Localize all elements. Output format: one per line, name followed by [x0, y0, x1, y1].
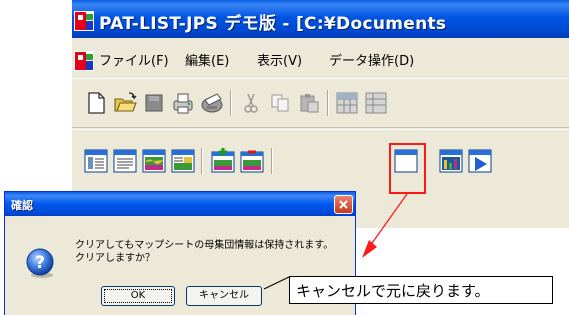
close-icon — [339, 200, 348, 209]
list-view-icon[interactable] — [83, 148, 109, 174]
toolbar-separator — [327, 90, 329, 116]
dialog-title-bar[interactable]: 確認 — [5, 192, 355, 216]
save-icon[interactable] — [141, 90, 167, 116]
menu-bar: ファイル(F) 編集(E) 表示(V) データ操作(D) — [72, 38, 569, 76]
window-title: PAT-LIST-JPS デモ版 - [C:¥Documents — [99, 14, 447, 34]
toolbar-separator — [271, 148, 273, 174]
text-view-icon[interactable] — [112, 148, 138, 174]
title-bar[interactable]: PAT-LIST-JPS デモ版 - [C:¥Documents — [72, 0, 569, 38]
grid-2-icon[interactable] — [363, 90, 389, 116]
menu-view[interactable]: 表示(V) — [257, 50, 302, 69]
menu-file[interactable]: ファイル(F) — [99, 50, 169, 69]
toolbar-separator — [230, 90, 232, 116]
callout-text: キャンセルで元に戻ります。 — [296, 282, 490, 300]
app-logo-icon — [74, 11, 94, 31]
menu-data-operations[interactable]: データ操作(D) — [329, 50, 414, 69]
cut-icon[interactable] — [238, 90, 264, 116]
print-icon[interactable] — [170, 90, 196, 116]
new-file-icon[interactable] — [83, 90, 109, 116]
copy-icon[interactable] — [267, 90, 293, 116]
print-setup-icon[interactable] — [199, 90, 225, 116]
ok-button[interactable]: OK — [101, 286, 175, 306]
toolbar-separator — [201, 148, 203, 174]
menu-edit[interactable]: 編集(E) — [185, 50, 229, 69]
open-folder-icon[interactable] — [112, 90, 138, 116]
arrow-head — [362, 240, 377, 258]
document-icon[interactable] — [74, 51, 94, 71]
highlight-box — [389, 143, 426, 194]
close-button[interactable] — [334, 195, 353, 214]
paste-icon[interactable] — [296, 90, 322, 116]
question-icon: ? — [26, 248, 54, 278]
callout-box: キャンセルで元に戻ります。 — [289, 276, 553, 304]
standard-toolbar — [72, 78, 569, 128]
map-icon[interactable] — [141, 148, 167, 174]
dialog-title: 確認 — [11, 199, 33, 212]
map-remove-icon[interactable] — [239, 148, 265, 174]
grid-icon[interactable] — [334, 90, 360, 116]
map-text-icon[interactable] — [170, 148, 196, 174]
dialog-message-line-2: クリアしますか？ — [75, 253, 155, 264]
cancel-button[interactable]: キャンセル — [186, 286, 262, 306]
map-add-icon[interactable] — [210, 148, 236, 174]
svg-text:?: ? — [35, 253, 45, 273]
play-icon[interactable] — [467, 148, 493, 174]
chart-icon[interactable] — [438, 148, 464, 174]
